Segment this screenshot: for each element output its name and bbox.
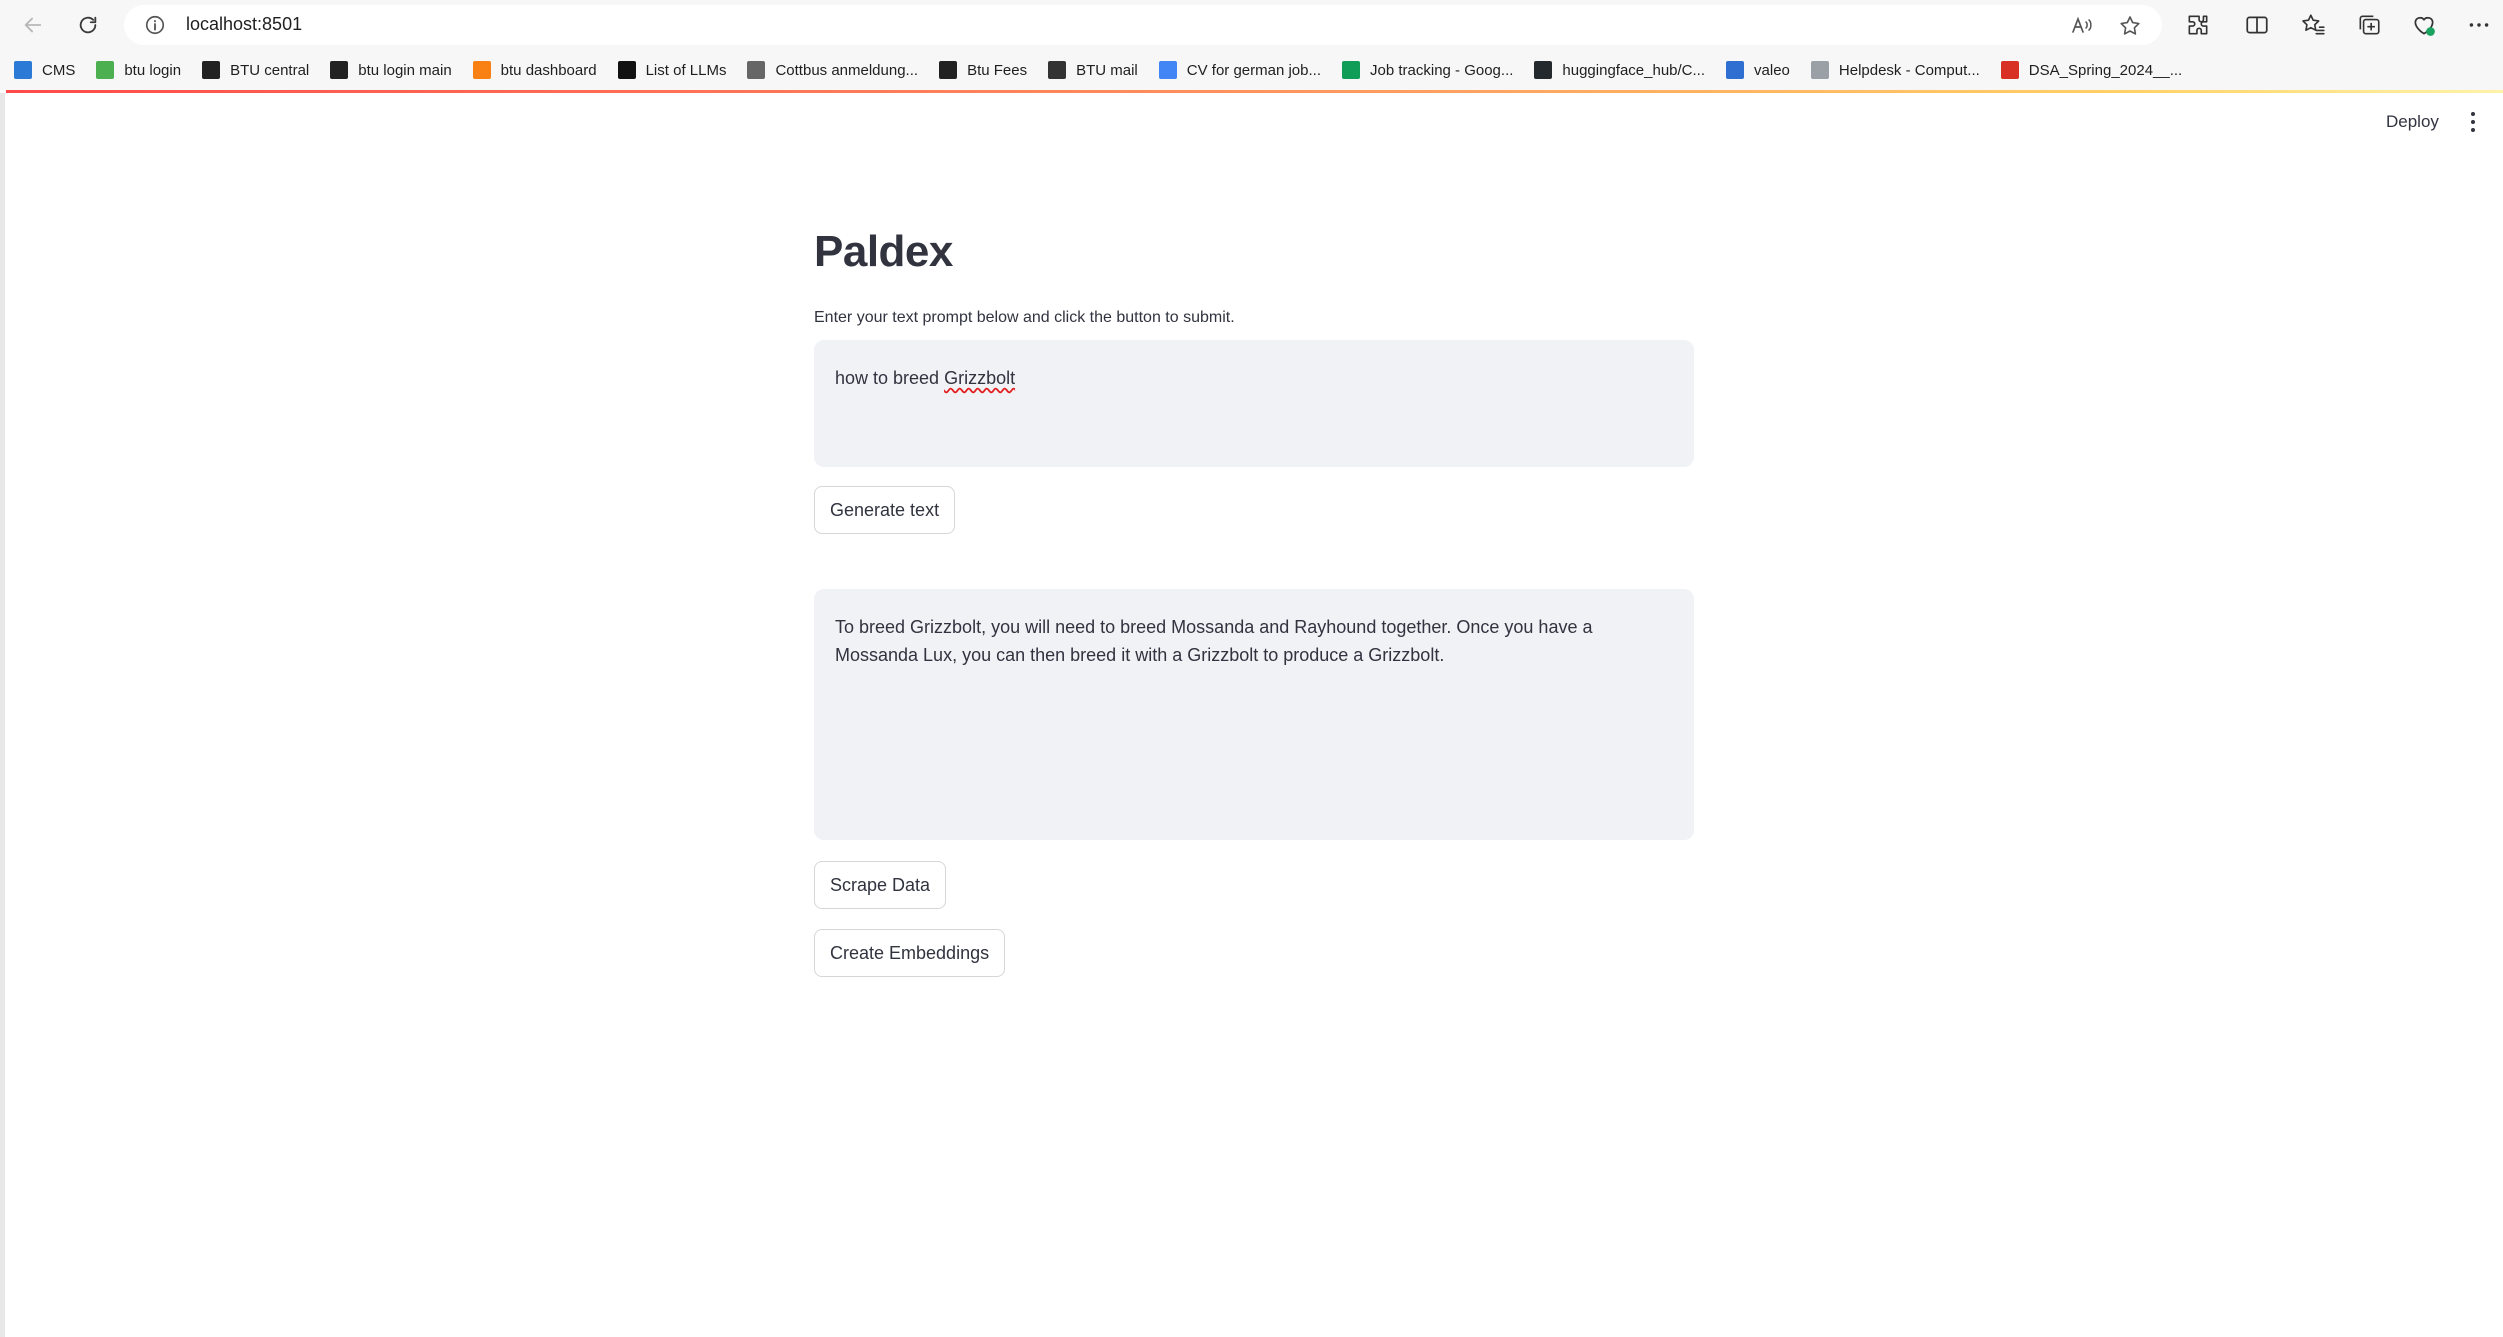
address-bar[interactable]: localhost:8501 (124, 5, 2162, 45)
bookmark-item[interactable]: valeo (1726, 55, 1790, 85)
bookmark-label: Job tracking - Goog... (1370, 61, 1514, 79)
bookmark-label: CMS (42, 61, 76, 79)
scrape-data-button[interactable]: Scrape Data (814, 861, 947, 909)
bookmark-item[interactable]: btu login main (330, 55, 452, 85)
url-text[interactable]: localhost:8501 (186, 14, 302, 35)
prompt-textarea[interactable]: how to breed Grizzbolt (814, 340, 1694, 467)
favorite-star-icon[interactable] (2118, 14, 2142, 38)
cms-icon (14, 61, 32, 79)
pdf-icon (2000, 61, 2019, 79)
site-info-icon[interactable] (144, 14, 166, 36)
output-textarea[interactable]: To breed Grizzbolt, you will need to bre… (814, 589, 1694, 840)
bookmarks-bar: CMS btu login BTU central btu login main btu… (0, 50, 2503, 90)
bookmark-label: btu login main (358, 61, 452, 79)
favorites-icon[interactable] (2300, 12, 2326, 38)
bookmark-item[interactable]: Btu Fees (939, 55, 1027, 85)
bookmark-label: List of LLMs (645, 61, 727, 79)
google-docs-icon (1158, 61, 1177, 79)
btu-icon (202, 61, 221, 79)
bookmark-item[interactable]: DSA_Spring_2024__... (2000, 55, 2183, 85)
bookmark-item[interactable]: CMS (14, 55, 75, 85)
bookmark-label: DSA_Spring_2024__... (2028, 61, 2183, 79)
paperclip-icon (1810, 61, 1829, 79)
valeo-icon (1726, 61, 1745, 79)
bookmark-label: Cottbus anmeldung... (775, 61, 919, 79)
bookmark-item[interactable]: btu dashboard (472, 55, 597, 85)
bookmark-item[interactable]: BTU central (202, 55, 309, 85)
back-icon[interactable] (16, 8, 50, 42)
leaf-icon (96, 61, 115, 79)
bookmark-item[interactable]: btu login (96, 55, 181, 85)
bookmark-label: btu dashboard (500, 61, 597, 79)
prompt-text: how to breed (835, 368, 945, 388)
read-aloud-icon[interactable] (2070, 14, 2094, 38)
bookmark-label: btu login (124, 61, 182, 79)
bookmark-label: CV for german job... (1186, 61, 1321, 79)
deploy-button[interactable]: Deploy (2376, 105, 2449, 139)
refresh-icon[interactable] (71, 8, 105, 42)
bookmark-label: valeo (1754, 61, 1790, 79)
extensions-icon[interactable] (2185, 12, 2211, 38)
mail-icon (1048, 61, 1067, 79)
prompt-misspelled-word: Grizzbolt (944, 368, 1016, 388)
browser-toolbar: localhost:8501 (0, 0, 2503, 50)
main-menu-icon[interactable] (2463, 108, 2483, 136)
bookmark-item[interactable]: huggingface_hub/C... (1534, 55, 1705, 85)
document-icon (747, 61, 766, 79)
google-sheets-icon (1342, 61, 1360, 79)
browser-essentials-icon[interactable] (2411, 12, 2437, 38)
bookmark-label: Btu Fees (967, 61, 1028, 79)
bookmark-label: huggingface_hub/C... (1562, 61, 1706, 79)
moodle-icon (472, 61, 491, 79)
bookmark-label: BTU mail (1076, 61, 1138, 79)
prompt-label: Enter your text prompt below and click t… (814, 309, 1235, 326)
eyes-icon (617, 61, 636, 79)
btu-icon (939, 61, 958, 79)
btu-icon (330, 61, 349, 79)
generate-text-button[interactable]: Generate text (814, 486, 956, 534)
bookmark-label: BTU central (230, 61, 310, 79)
more-menu-icon[interactable] (2466, 12, 2492, 38)
bookmark-label: Helpdesk - Comput... (1838, 61, 1980, 79)
bookmark-item[interactable]: List of LLMs (617, 55, 727, 85)
bookmark-item[interactable]: Cottbus anmeldung... (747, 55, 918, 85)
github-icon (1534, 61, 1553, 79)
page-title: Paldex (814, 227, 953, 276)
split-screen-icon[interactable] (2244, 12, 2270, 38)
collections-icon[interactable] (2356, 12, 2382, 38)
bookmark-item[interactable]: CV for german job... (1158, 55, 1321, 85)
bookmark-item[interactable]: BTU mail (1048, 55, 1138, 85)
bookmark-item[interactable]: Helpdesk - Comput... (1810, 55, 1980, 85)
create-embeddings-button[interactable]: Create Embeddings (814, 929, 1006, 977)
bookmark-item[interactable]: Job tracking - Goog... (1342, 55, 1513, 85)
